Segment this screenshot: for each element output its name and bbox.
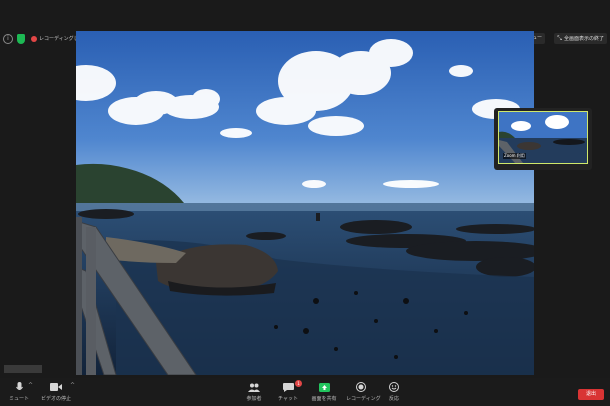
participants-icon [248, 383, 260, 392]
chat-button[interactable]: 1 チャット [278, 380, 302, 402]
exit-fullscreen-label: 全画面表示の終了 [563, 36, 604, 42]
video-options-caret[interactable]: ^ [70, 382, 75, 389]
reactions-button[interactable]: 反応 [386, 381, 402, 402]
meeting-controls: ミュート ^ ビデオの停止 ^ 参加者 1 チャット 画面を共有 レコーディング… [0, 378, 610, 406]
exit-fullscreen-icon: ⤡ [557, 35, 562, 42]
stop-video-label: ビデオの停止 [40, 396, 71, 402]
recording-button[interactable]: レコーディング [346, 381, 381, 402]
microphone-icon [15, 381, 23, 390]
participants-label: 参加者 [246, 396, 262, 402]
video-camera-icon [50, 383, 62, 391]
share-screen-label: 画面を共有 [311, 396, 337, 402]
chat-label: チャット [278, 396, 298, 402]
recording-label: レコーディング [346, 396, 381, 402]
record-icon [356, 382, 366, 392]
participants-button[interactable]: 参加者 [244, 381, 264, 402]
reactions-label: 反応 [388, 396, 399, 402]
mute-button[interactable]: ミュート [8, 381, 30, 402]
mute-options-caret[interactable]: ^ [28, 382, 33, 389]
security-shield-icon[interactable] [17, 34, 25, 44]
recording-dot-icon [31, 36, 37, 42]
main-video-feed [76, 31, 534, 375]
chat-badge: 1 [295, 380, 302, 387]
share-screen-button[interactable]: 画面を共有 [310, 381, 338, 402]
stop-video-button[interactable]: ビデオの停止 [40, 381, 72, 402]
share-screen-icon [318, 382, 330, 392]
self-view-name: Zoom 利用 [503, 153, 526, 159]
exit-fullscreen-button[interactable]: ⤡ 全画面表示の終了 [554, 33, 607, 44]
participant-name-tag [4, 365, 42, 373]
end-meeting-button[interactable]: 退出 [578, 389, 604, 400]
chat-bubble-icon [282, 382, 294, 392]
info-icon[interactable]: i [3, 34, 13, 44]
smiley-icon [389, 382, 399, 392]
self-view-thumbnail[interactable]: Zoom 利用 [494, 108, 592, 170]
mute-label: ミュート [8, 396, 29, 402]
